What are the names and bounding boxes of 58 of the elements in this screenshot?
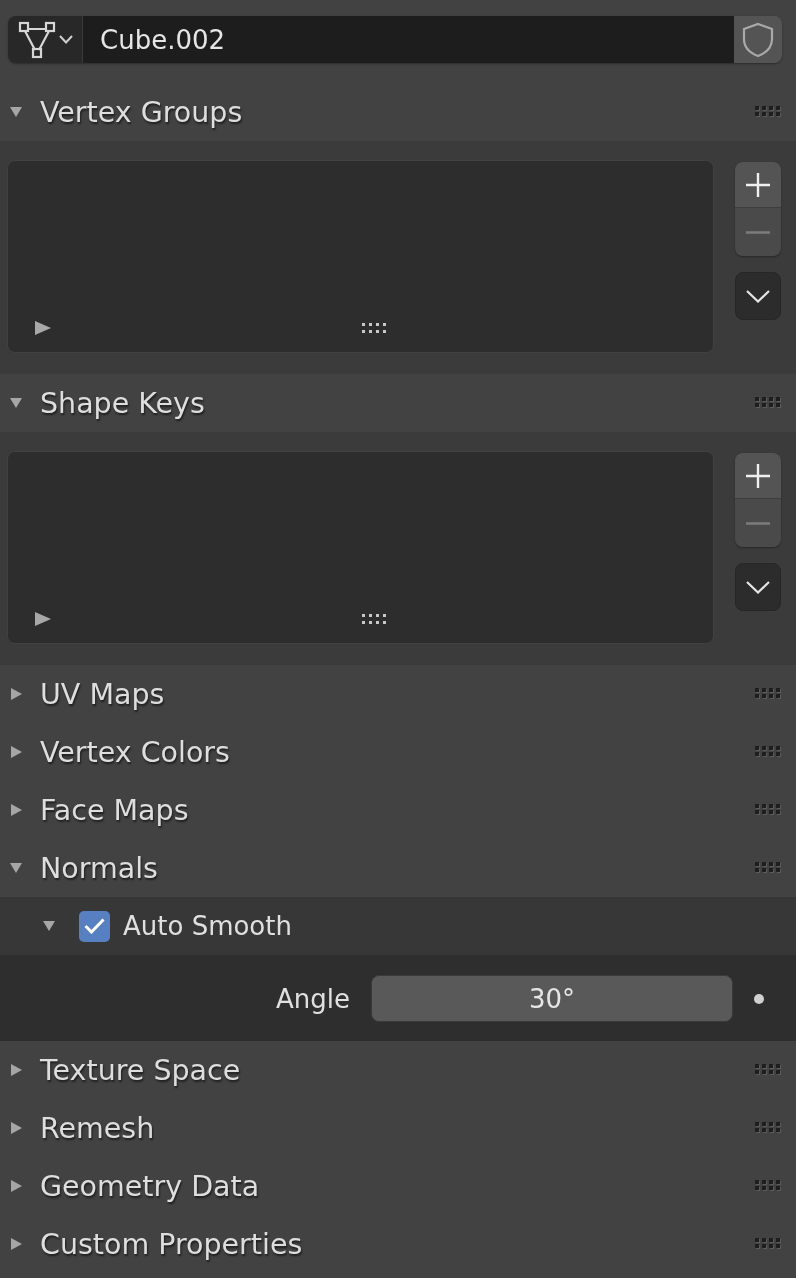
grip-icon[interactable] bbox=[755, 1122, 781, 1134]
grip-icon[interactable] bbox=[755, 862, 781, 874]
minus-icon bbox=[746, 230, 770, 234]
grip-icon[interactable] bbox=[755, 688, 781, 700]
grip-icon[interactable] bbox=[755, 1064, 781, 1076]
panel-title[interactable]: Remesh bbox=[40, 1111, 155, 1145]
grip-icon[interactable] bbox=[755, 106, 781, 118]
disclosure-triangle-icon[interactable] bbox=[9, 861, 23, 875]
chevron-down-icon bbox=[746, 289, 770, 303]
disclosure-triangle-icon[interactable] bbox=[9, 1179, 23, 1193]
plus-icon bbox=[746, 172, 770, 197]
data-type-dropdown[interactable] bbox=[8, 16, 83, 63]
disclosure-triangle-icon[interactable] bbox=[42, 919, 56, 933]
disclosure-triangle-icon[interactable] bbox=[9, 1063, 23, 1077]
checkmark-icon bbox=[84, 918, 105, 934]
grip-icon[interactable] bbox=[755, 397, 781, 409]
panel-title[interactable]: Texture Space bbox=[40, 1053, 241, 1087]
panel-title[interactable]: Geometry Data bbox=[40, 1169, 260, 1203]
grip-icon[interactable] bbox=[362, 323, 386, 333]
menu-button[interactable] bbox=[735, 272, 781, 320]
panel-title[interactable]: Custom Properties bbox=[40, 1227, 303, 1261]
panel-title[interactable]: Face Maps bbox=[40, 793, 189, 827]
disclosure-triangle-icon[interactable] bbox=[35, 320, 51, 336]
disclosure-triangle-icon[interactable] bbox=[9, 687, 23, 701]
disclosure-triangle-icon[interactable] bbox=[9, 803, 23, 817]
name-field[interactable]: Cube.002 bbox=[83, 16, 734, 63]
menu-button[interactable] bbox=[735, 563, 781, 611]
mesh-icon bbox=[18, 20, 56, 59]
minus-icon bbox=[746, 521, 770, 525]
fake-user-button[interactable] bbox=[734, 16, 782, 63]
disclosure-triangle-icon[interactable] bbox=[9, 105, 23, 119]
checkbox[interactable] bbox=[79, 910, 110, 942]
disclosure-triangle-icon[interactable] bbox=[9, 396, 23, 410]
grip-icon[interactable] bbox=[755, 1180, 781, 1192]
checkbox-label[interactable]: Auto Smooth bbox=[123, 911, 292, 941]
disclosure-triangle-icon[interactable] bbox=[35, 611, 51, 627]
add-button[interactable] bbox=[735, 453, 781, 498]
shield-icon bbox=[741, 21, 775, 58]
plus-icon bbox=[746, 463, 770, 488]
number-field[interactable]: 30° bbox=[371, 975, 733, 1022]
panel-title[interactable]: Shape Keys bbox=[40, 386, 205, 420]
chevron-down-icon bbox=[746, 580, 770, 594]
grip-icon[interactable] bbox=[755, 1238, 781, 1250]
disclosure-triangle-icon[interactable] bbox=[9, 1237, 23, 1251]
panel-title[interactable]: Vertex Colors bbox=[40, 735, 230, 769]
grip-icon[interactable] bbox=[362, 614, 386, 624]
add-button[interactable] bbox=[735, 162, 781, 207]
panel-title[interactable]: UV Maps bbox=[40, 677, 165, 711]
subpanel-header[interactable]: Auto Smooth bbox=[0, 897, 796, 955]
grip-icon[interactable] bbox=[755, 804, 781, 816]
grip-icon[interactable] bbox=[755, 746, 781, 758]
dot-icon[interactable] bbox=[754, 993, 764, 1004]
panel-title[interactable]: Normals bbox=[40, 851, 158, 885]
caret-icon bbox=[59, 35, 73, 44]
field-label: Angle bbox=[275, 983, 350, 1014]
panel-title[interactable]: Vertex Groups bbox=[40, 95, 243, 129]
disclosure-triangle-icon[interactable] bbox=[9, 745, 23, 759]
disclosure-triangle-icon[interactable] bbox=[9, 1121, 23, 1135]
